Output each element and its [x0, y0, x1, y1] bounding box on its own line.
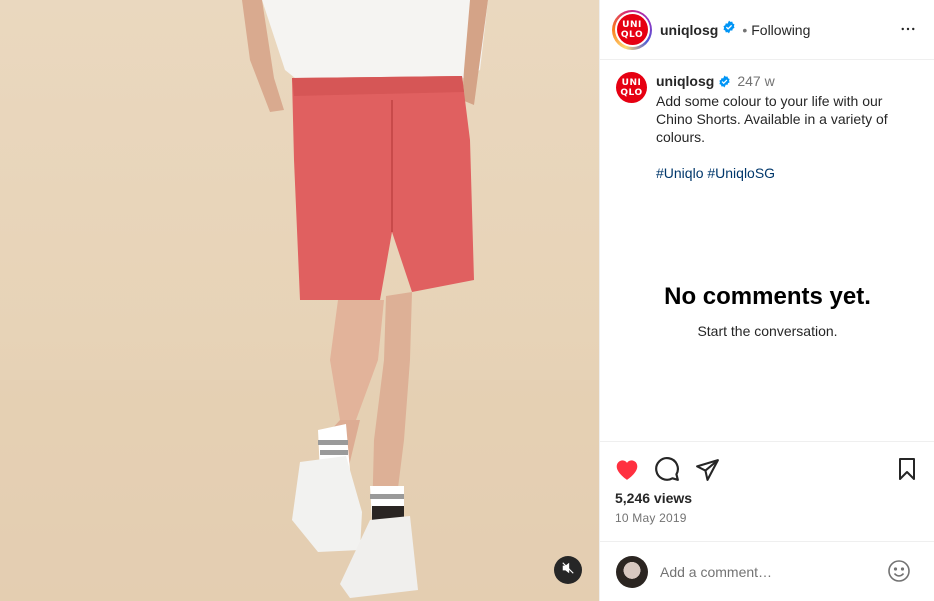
caption-avatar[interactable]: UNI QLO	[616, 72, 647, 103]
post-date[interactable]: 10 May 2019	[615, 511, 687, 525]
heart-icon[interactable]	[614, 456, 640, 482]
video-frame	[0, 0, 599, 601]
empty-comments-title: No comments yet.	[664, 283, 871, 310]
post-header: UNI QLO uniqlosg • Following	[600, 0, 934, 60]
speaker-muted-icon	[561, 561, 575, 580]
post-media[interactable]	[0, 0, 599, 601]
empty-comments: No comments yet. Start the conversation.	[600, 283, 934, 339]
post-actions: 5,246 views 10 May 2019	[600, 441, 934, 541]
post-sidebar: UNI QLO uniqlosg • Following UNI QLO uni…	[599, 0, 934, 601]
separator-dot: •	[742, 21, 748, 38]
caption-hashtags[interactable]: #Uniqlo #UniqloSG	[656, 164, 916, 182]
caption-time[interactable]: 247 w	[737, 73, 774, 89]
caption-text: Add some colour to your life with our Ch…	[656, 93, 888, 145]
comment-bar	[600, 541, 934, 601]
uniqlo-logo: UNI QLO	[616, 14, 648, 45]
verified-badge-icon	[718, 74, 731, 92]
current-user-avatar	[616, 555, 648, 588]
emoji-icon[interactable]	[887, 559, 911, 588]
view-count[interactable]: 5,246 views	[615, 490, 692, 506]
empty-comments-subtitle: Start the conversation.	[697, 323, 838, 339]
author-username[interactable]: uniqlosg	[660, 22, 718, 38]
verified-badge-icon	[722, 20, 736, 39]
share-icon[interactable]	[694, 456, 720, 482]
bookmark-icon[interactable]	[894, 456, 920, 482]
comment-input[interactable]	[660, 563, 875, 580]
post-caption: UNI QLO uniqlosg 247 w Add some colour to…	[616, 72, 916, 182]
comment-icon[interactable]	[654, 456, 680, 482]
following-button[interactable]: Following	[751, 22, 810, 38]
author-avatar[interactable]: UNI QLO	[612, 9, 652, 50]
mute-button[interactable]	[554, 556, 582, 584]
more-icon[interactable]	[899, 20, 917, 43]
caption-username[interactable]: uniqlosg	[656, 73, 714, 89]
